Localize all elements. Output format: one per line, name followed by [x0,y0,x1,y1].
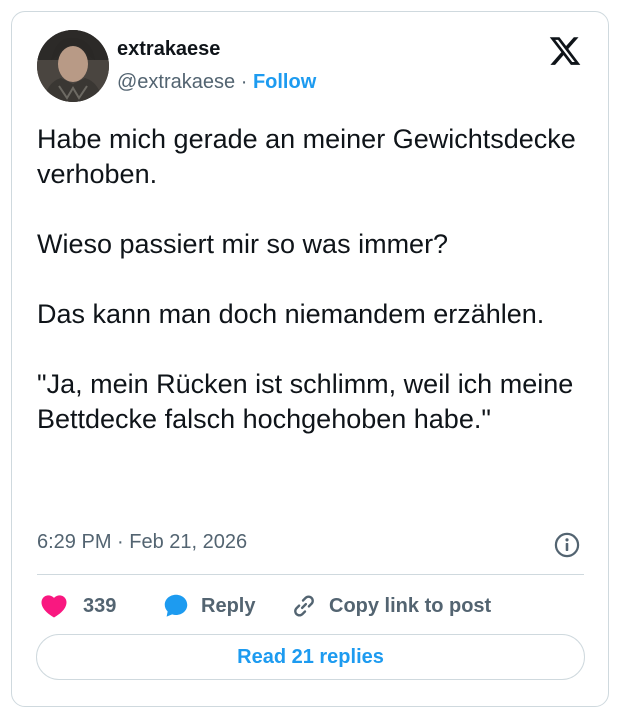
tweet-paragraph: Das kann man doch niemandem erzählen. [37,299,545,329]
tweet-date: Feb 21, 2026 [129,531,248,553]
link-icon [294,595,314,617]
handle-separator: · [240,71,248,93]
follow-button[interactable]: Follow [253,71,316,93]
like-button[interactable]: 339 [39,590,116,622]
divider [37,574,584,575]
reply-label: Reply [201,594,256,617]
read-replies-button[interactable]: Read 21 replies [36,634,585,680]
info-icon[interactable] [553,531,581,559]
tweet-time: 6:29 PM [37,531,112,553]
action-bar: 339 Reply Copy link to post [37,590,587,622]
tweet-paragraph: Wieso passiert mir so was immer? [37,229,449,259]
tweet-paragraph: Habe mich gerade an meiner Gewichtsdecke… [37,124,576,189]
copy-link-button[interactable]: Copy link to post [289,590,491,622]
author-handle[interactable]: @extrakaese [117,71,235,93]
speech-bubble-icon [164,594,188,617]
copy-link-label: Copy link to post [329,594,492,617]
tweet-timestamp[interactable]: 6:29 PM · Feb 21, 2026 [37,531,247,554]
x-logo-icon[interactable] [548,34,582,68]
tweet-text: Habe mich gerade an meiner Gewichtsdecke… [37,122,577,437]
read-replies-label: Read 21 replies [237,645,384,668]
avatar-photo-icon [37,30,109,102]
reply-button[interactable]: Reply [161,590,255,622]
author-handle-row: @extrakaese · Follow [117,71,316,94]
author-name[interactable]: extrakaese [117,38,220,61]
tweet-card: extrakaese @extrakaese · Follow Habe mic… [11,11,609,707]
heart-icon [41,595,67,618]
like-count: 339 [83,594,117,617]
meta-separator: · [111,531,130,553]
tweet-paragraph: "Ja, mein Rücken ist schlimm, weil ich m… [37,369,574,434]
avatar[interactable] [37,30,109,102]
